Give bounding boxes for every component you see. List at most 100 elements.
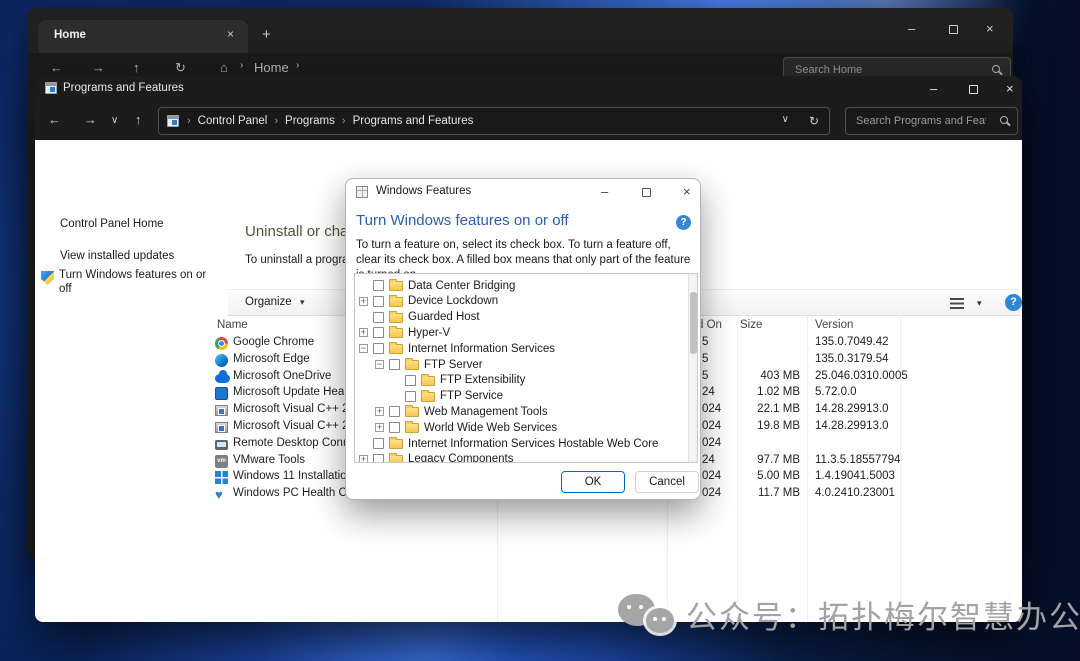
breadcrumb-home[interactable]: Home xyxy=(254,60,289,75)
feature-row[interactable]: + Legacy Components xyxy=(355,452,685,463)
search-icon xyxy=(992,65,1000,73)
scrollbar-thumb[interactable] xyxy=(690,292,697,354)
scrollbar[interactable] xyxy=(688,274,697,462)
feature-checkbox[interactable] xyxy=(373,438,384,449)
program-size: 403 MB xyxy=(695,370,800,382)
list-view-icon[interactable] xyxy=(950,298,964,309)
program-name: Microsoft Visual C++ 2 xyxy=(233,420,348,432)
folder-icon xyxy=(389,344,403,354)
chevron-down-icon[interactable]: ∨ xyxy=(782,114,789,128)
feature-checkbox[interactable] xyxy=(389,406,400,417)
close-button[interactable]: × xyxy=(1006,81,1014,96)
expand-toggle-icon[interactable]: + xyxy=(375,407,384,416)
folder-icon xyxy=(421,376,435,386)
maximize-button[interactable] xyxy=(949,25,958,34)
feature-row[interactable]: − FTP Server xyxy=(355,357,685,372)
folder-icon xyxy=(389,328,403,338)
up-icon[interactable]: ↑ xyxy=(133,60,140,75)
up-icon[interactable]: ↑ xyxy=(135,112,142,127)
column-header-version[interactable]: Version xyxy=(815,319,853,331)
folder-icon xyxy=(389,313,403,323)
breadcrumb-control-panel[interactable]: Control Panel xyxy=(198,115,268,127)
refresh-icon[interactable]: ↻ xyxy=(175,60,186,76)
chevron-down-icon[interactable]: ∨ xyxy=(111,115,118,126)
forward-icon[interactable]: → xyxy=(84,112,97,127)
new-tab-button[interactable]: + xyxy=(262,26,271,43)
expand-toggle-icon[interactable]: + xyxy=(359,328,368,337)
feature-row[interactable]: +FTP Service xyxy=(355,389,685,404)
feature-label: Data Center Bridging xyxy=(408,280,515,292)
back-icon[interactable]: ← xyxy=(50,60,63,75)
minimize-button[interactable]: – xyxy=(601,184,608,199)
feature-checkbox[interactable] xyxy=(373,454,384,463)
ok-button[interactable]: OK xyxy=(561,471,625,493)
maximize-button[interactable] xyxy=(642,188,651,197)
vc-icon xyxy=(215,405,228,416)
column-header-name[interactable]: Name xyxy=(217,319,248,331)
program-version: 25.046.0310.0005 xyxy=(815,370,908,382)
explorer-tab-home[interactable]: Home × xyxy=(38,20,248,53)
minimize-button[interactable]: – xyxy=(930,81,937,96)
feature-checkbox[interactable] xyxy=(389,359,400,370)
collapse-toggle-icon[interactable]: − xyxy=(359,344,368,353)
feature-label: FTP Server xyxy=(424,359,483,371)
installed-on-fragment: 5 xyxy=(702,353,708,365)
tab-label: Home xyxy=(54,29,86,41)
feature-row[interactable]: +Device Lockdown xyxy=(355,294,685,309)
feature-row[interactable]: +FTP Extensibility xyxy=(355,373,685,388)
feature-row[interactable]: +World Wide Web Services xyxy=(355,420,685,435)
feature-row[interactable]: +Web Management Tools xyxy=(355,404,685,419)
feature-checkbox[interactable] xyxy=(373,280,384,291)
organize-button[interactable]: Organize xyxy=(245,296,292,308)
column-header-size[interactable]: Size xyxy=(740,319,762,331)
cancel-button[interactable]: Cancel xyxy=(635,471,699,493)
address-bar[interactable]: › Control Panel › Programs › Programs an… xyxy=(158,107,830,135)
sidebar-control-panel-home[interactable]: Control Panel Home xyxy=(60,218,164,230)
folder-icon xyxy=(389,439,403,449)
organize-caret-icon: ▾ xyxy=(300,297,305,308)
view-caret-icon[interactable]: ▾ xyxy=(977,298,982,309)
feature-checkbox[interactable] xyxy=(373,343,384,354)
program-name: Windows PC Health Ch xyxy=(233,487,353,499)
feature-row[interactable]: +Internet Information Services Hostable … xyxy=(355,436,685,451)
refresh-icon[interactable]: ↻ xyxy=(809,114,819,128)
maximize-button[interactable] xyxy=(969,85,978,94)
help-icon[interactable]: ? xyxy=(1005,294,1022,311)
info-icon[interactable]: ? xyxy=(676,215,691,230)
program-name: Microsoft Edge xyxy=(233,353,310,365)
back-icon[interactable]: ← xyxy=(48,112,61,127)
tab-close-icon[interactable]: × xyxy=(227,27,234,41)
pf-search-box[interactable]: Search Programs and Featu... xyxy=(845,107,1018,135)
feature-checkbox[interactable] xyxy=(373,327,384,338)
breadcrumb-programs-features[interactable]: Programs and Features xyxy=(353,115,474,127)
feature-label: Legacy Components xyxy=(408,453,513,463)
feature-row[interactable]: −Internet Information Services xyxy=(355,341,685,356)
sidebar-turn-windows-features[interactable]: Turn Windows features on or off xyxy=(59,268,209,296)
forward-icon[interactable]: → xyxy=(92,60,105,75)
close-button[interactable]: × xyxy=(683,184,691,199)
feature-checkbox[interactable] xyxy=(373,296,384,307)
feature-checkbox[interactable] xyxy=(405,375,416,386)
close-button[interactable]: × xyxy=(986,21,994,36)
update-icon xyxy=(215,387,228,400)
feature-label: Internet Information Services Hostable W… xyxy=(408,438,658,450)
expand-toggle-icon[interactable]: + xyxy=(359,297,368,306)
breadcrumb-programs[interactable]: Programs xyxy=(285,115,335,127)
feature-checkbox[interactable] xyxy=(373,312,384,323)
expand-toggle-icon[interactable]: + xyxy=(359,455,368,463)
program-name: Microsoft Visual C++ 2 xyxy=(233,403,348,415)
installed-on-fragment: 5 xyxy=(702,336,708,348)
crumb-separator: › xyxy=(342,115,346,127)
feature-row[interactable]: +Data Center Bridging xyxy=(355,278,685,293)
feature-checkbox[interactable] xyxy=(405,391,416,402)
program-version: 135.0.3179.54 xyxy=(815,353,889,365)
folder-icon xyxy=(389,281,403,291)
feature-row[interactable]: +Hyper-V xyxy=(355,325,685,340)
expand-toggle-icon[interactable]: + xyxy=(375,423,384,432)
collapse-toggle-icon[interactable]: − xyxy=(375,360,384,369)
feature-checkbox[interactable] xyxy=(389,422,400,433)
feature-row[interactable]: +Guarded Host xyxy=(355,310,685,325)
watermark-text: 公众号：拓扑梅尔智慧办公 xyxy=(686,592,1080,637)
sidebar-view-installed-updates[interactable]: View installed updates xyxy=(60,250,174,262)
minimize-button[interactable]: – xyxy=(908,21,915,36)
